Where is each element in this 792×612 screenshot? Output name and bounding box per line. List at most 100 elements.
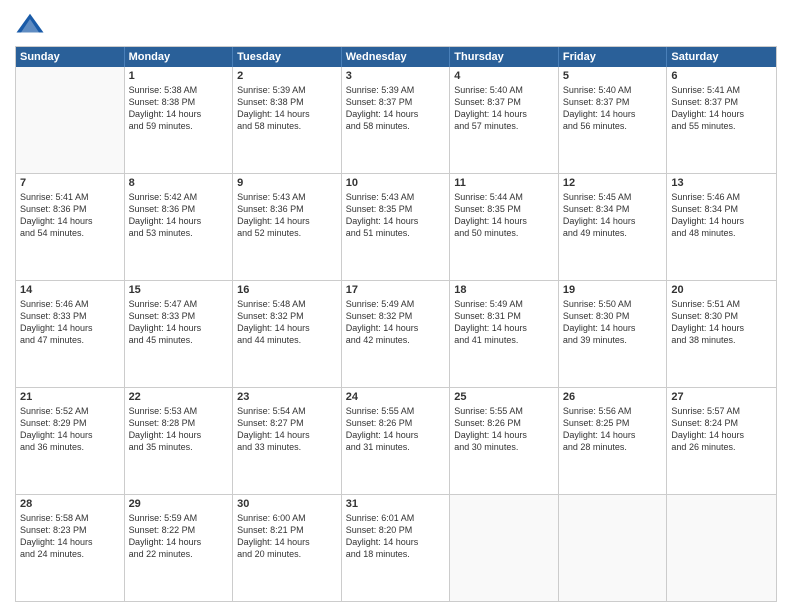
day-number: 4 — [454, 70, 554, 82]
cell-line: Sunrise: 6:01 AM — [346, 512, 446, 524]
cell-line: and 24 minutes. — [20, 548, 120, 560]
cal-cell: 5Sunrise: 5:40 AMSunset: 8:37 PMDaylight… — [559, 67, 668, 173]
cal-cell: 14Sunrise: 5:46 AMSunset: 8:33 PMDayligh… — [16, 281, 125, 387]
cell-line: and 30 minutes. — [454, 441, 554, 453]
cell-line: Sunset: 8:36 PM — [237, 203, 337, 215]
calendar-body: 1Sunrise: 5:38 AMSunset: 8:38 PMDaylight… — [16, 67, 776, 601]
cell-line: and 45 minutes. — [129, 334, 229, 346]
cell-line: Sunset: 8:30 PM — [671, 310, 772, 322]
header-cell-thursday: Thursday — [450, 47, 559, 67]
cell-line: Sunrise: 5:46 AM — [671, 191, 772, 203]
day-number: 18 — [454, 284, 554, 296]
day-number: 2 — [237, 70, 337, 82]
header — [15, 10, 777, 40]
cell-line: Sunset: 8:26 PM — [346, 417, 446, 429]
cell-line: Sunset: 8:36 PM — [129, 203, 229, 215]
day-number: 28 — [20, 498, 120, 510]
day-number: 15 — [129, 284, 229, 296]
cell-line: Daylight: 14 hours — [20, 215, 120, 227]
cell-line: Daylight: 14 hours — [563, 429, 663, 441]
day-number: 1 — [129, 70, 229, 82]
cell-line: Sunrise: 5:55 AM — [454, 405, 554, 417]
cal-cell: 17Sunrise: 5:49 AMSunset: 8:32 PMDayligh… — [342, 281, 451, 387]
cell-line: Daylight: 14 hours — [454, 108, 554, 120]
day-number: 7 — [20, 177, 120, 189]
cal-cell: 8Sunrise: 5:42 AMSunset: 8:36 PMDaylight… — [125, 174, 234, 280]
cell-line: and 33 minutes. — [237, 441, 337, 453]
cell-line: Daylight: 14 hours — [671, 108, 772, 120]
cal-cell: 4Sunrise: 5:40 AMSunset: 8:37 PMDaylight… — [450, 67, 559, 173]
cell-line: and 55 minutes. — [671, 120, 772, 132]
day-number: 8 — [129, 177, 229, 189]
cell-line: Sunrise: 5:41 AM — [671, 84, 772, 96]
cell-line: Sunset: 8:30 PM — [563, 310, 663, 322]
cell-line: Sunset: 8:33 PM — [20, 310, 120, 322]
cal-cell — [16, 67, 125, 173]
header-cell-friday: Friday — [559, 47, 668, 67]
cell-line: Sunrise: 5:52 AM — [20, 405, 120, 417]
cell-line: Daylight: 14 hours — [237, 429, 337, 441]
cell-line: Sunset: 8:35 PM — [454, 203, 554, 215]
cal-cell: 19Sunrise: 5:50 AMSunset: 8:30 PMDayligh… — [559, 281, 668, 387]
cell-line: Sunrise: 5:53 AM — [129, 405, 229, 417]
cell-line: Daylight: 14 hours — [237, 215, 337, 227]
day-number: 14 — [20, 284, 120, 296]
cal-cell: 31Sunrise: 6:01 AMSunset: 8:20 PMDayligh… — [342, 495, 451, 601]
cell-line: Daylight: 14 hours — [454, 429, 554, 441]
cell-line: and 35 minutes. — [129, 441, 229, 453]
cell-line: Daylight: 14 hours — [563, 215, 663, 227]
cell-line: Sunrise: 5:57 AM — [671, 405, 772, 417]
cell-line: Daylight: 14 hours — [129, 215, 229, 227]
cal-cell: 9 Sunrise: 5:43 AMSunset: 8:36 PMDaylight… — [233, 174, 342, 280]
cell-line: Sunset: 8:34 PM — [671, 203, 772, 215]
cell-line: and 58 minutes. — [346, 120, 446, 132]
cell-line: Sunrise: 5:45 AM — [563, 191, 663, 203]
cell-line: Sunset: 8:25 PM — [563, 417, 663, 429]
day-number: 3 — [346, 70, 446, 82]
cell-line: Sunrise: 5:40 AM — [563, 84, 663, 96]
day-number: 10 — [346, 177, 446, 189]
cal-cell: 24Sunrise: 5:55 AMSunset: 8:26 PMDayligh… — [342, 388, 451, 494]
cell-line: and 48 minutes. — [671, 227, 772, 239]
cell-line: and 51 minutes. — [346, 227, 446, 239]
cell-line: Sunset: 8:29 PM — [20, 417, 120, 429]
day-number: 31 — [346, 498, 446, 510]
cell-line: Daylight: 14 hours — [237, 108, 337, 120]
calendar-row-4: 21Sunrise: 5:52 AMSunset: 8:29 PMDayligh… — [16, 387, 776, 494]
header-cell-wednesday: Wednesday — [342, 47, 451, 67]
cell-line: and 26 minutes. — [671, 441, 772, 453]
cell-line: and 39 minutes. — [563, 334, 663, 346]
cal-cell: 12Sunrise: 5:45 AMSunset: 8:34 PMDayligh… — [559, 174, 668, 280]
cell-line: Sunrise: 5:39 AM — [346, 84, 446, 96]
day-number: 23 — [237, 391, 337, 403]
cell-line: Sunset: 8:20 PM — [346, 524, 446, 536]
cell-line: and 28 minutes. — [563, 441, 663, 453]
cal-cell: 13Sunrise: 5:46 AMSunset: 8:34 PMDayligh… — [667, 174, 776, 280]
cell-line: and 54 minutes. — [20, 227, 120, 239]
cal-cell: 18Sunrise: 5:49 AMSunset: 8:31 PMDayligh… — [450, 281, 559, 387]
cell-line: Sunset: 8:38 PM — [237, 96, 337, 108]
cell-line: and 56 minutes. — [563, 120, 663, 132]
cell-line: Sunrise: 5:40 AM — [454, 84, 554, 96]
cell-line: Sunset: 8:34 PM — [563, 203, 663, 215]
calendar-row-2: 7Sunrise: 5:41 AMSunset: 8:36 PMDaylight… — [16, 173, 776, 280]
cell-line: Sunset: 8:27 PM — [237, 417, 337, 429]
cal-cell: 20Sunrise: 5:51 AMSunset: 8:30 PMDayligh… — [667, 281, 776, 387]
day-number: 29 — [129, 498, 229, 510]
day-number: 30 — [237, 498, 337, 510]
cell-line: Sunrise: 5:46 AM — [20, 298, 120, 310]
cell-line: Sunset: 8:24 PM — [671, 417, 772, 429]
cell-line: Sunrise: 5:44 AM — [454, 191, 554, 203]
header-cell-saturday: Saturday — [667, 47, 776, 67]
cell-line: Sunset: 8:32 PM — [346, 310, 446, 322]
cell-line: Sunset: 8:36 PM — [20, 203, 120, 215]
day-number: 11 — [454, 177, 554, 189]
cell-line: Sunrise: 5:50 AM — [563, 298, 663, 310]
day-number: 24 — [346, 391, 446, 403]
cell-line: Daylight: 14 hours — [454, 322, 554, 334]
cal-cell: 2Sunrise: 5:39 AMSunset: 8:38 PMDaylight… — [233, 67, 342, 173]
day-number: 9 — [237, 177, 337, 189]
cell-line: Sunrise: 5:48 AM — [237, 298, 337, 310]
cell-line: Sunrise: 5:43 AM — [237, 191, 337, 203]
day-number: 13 — [671, 177, 772, 189]
